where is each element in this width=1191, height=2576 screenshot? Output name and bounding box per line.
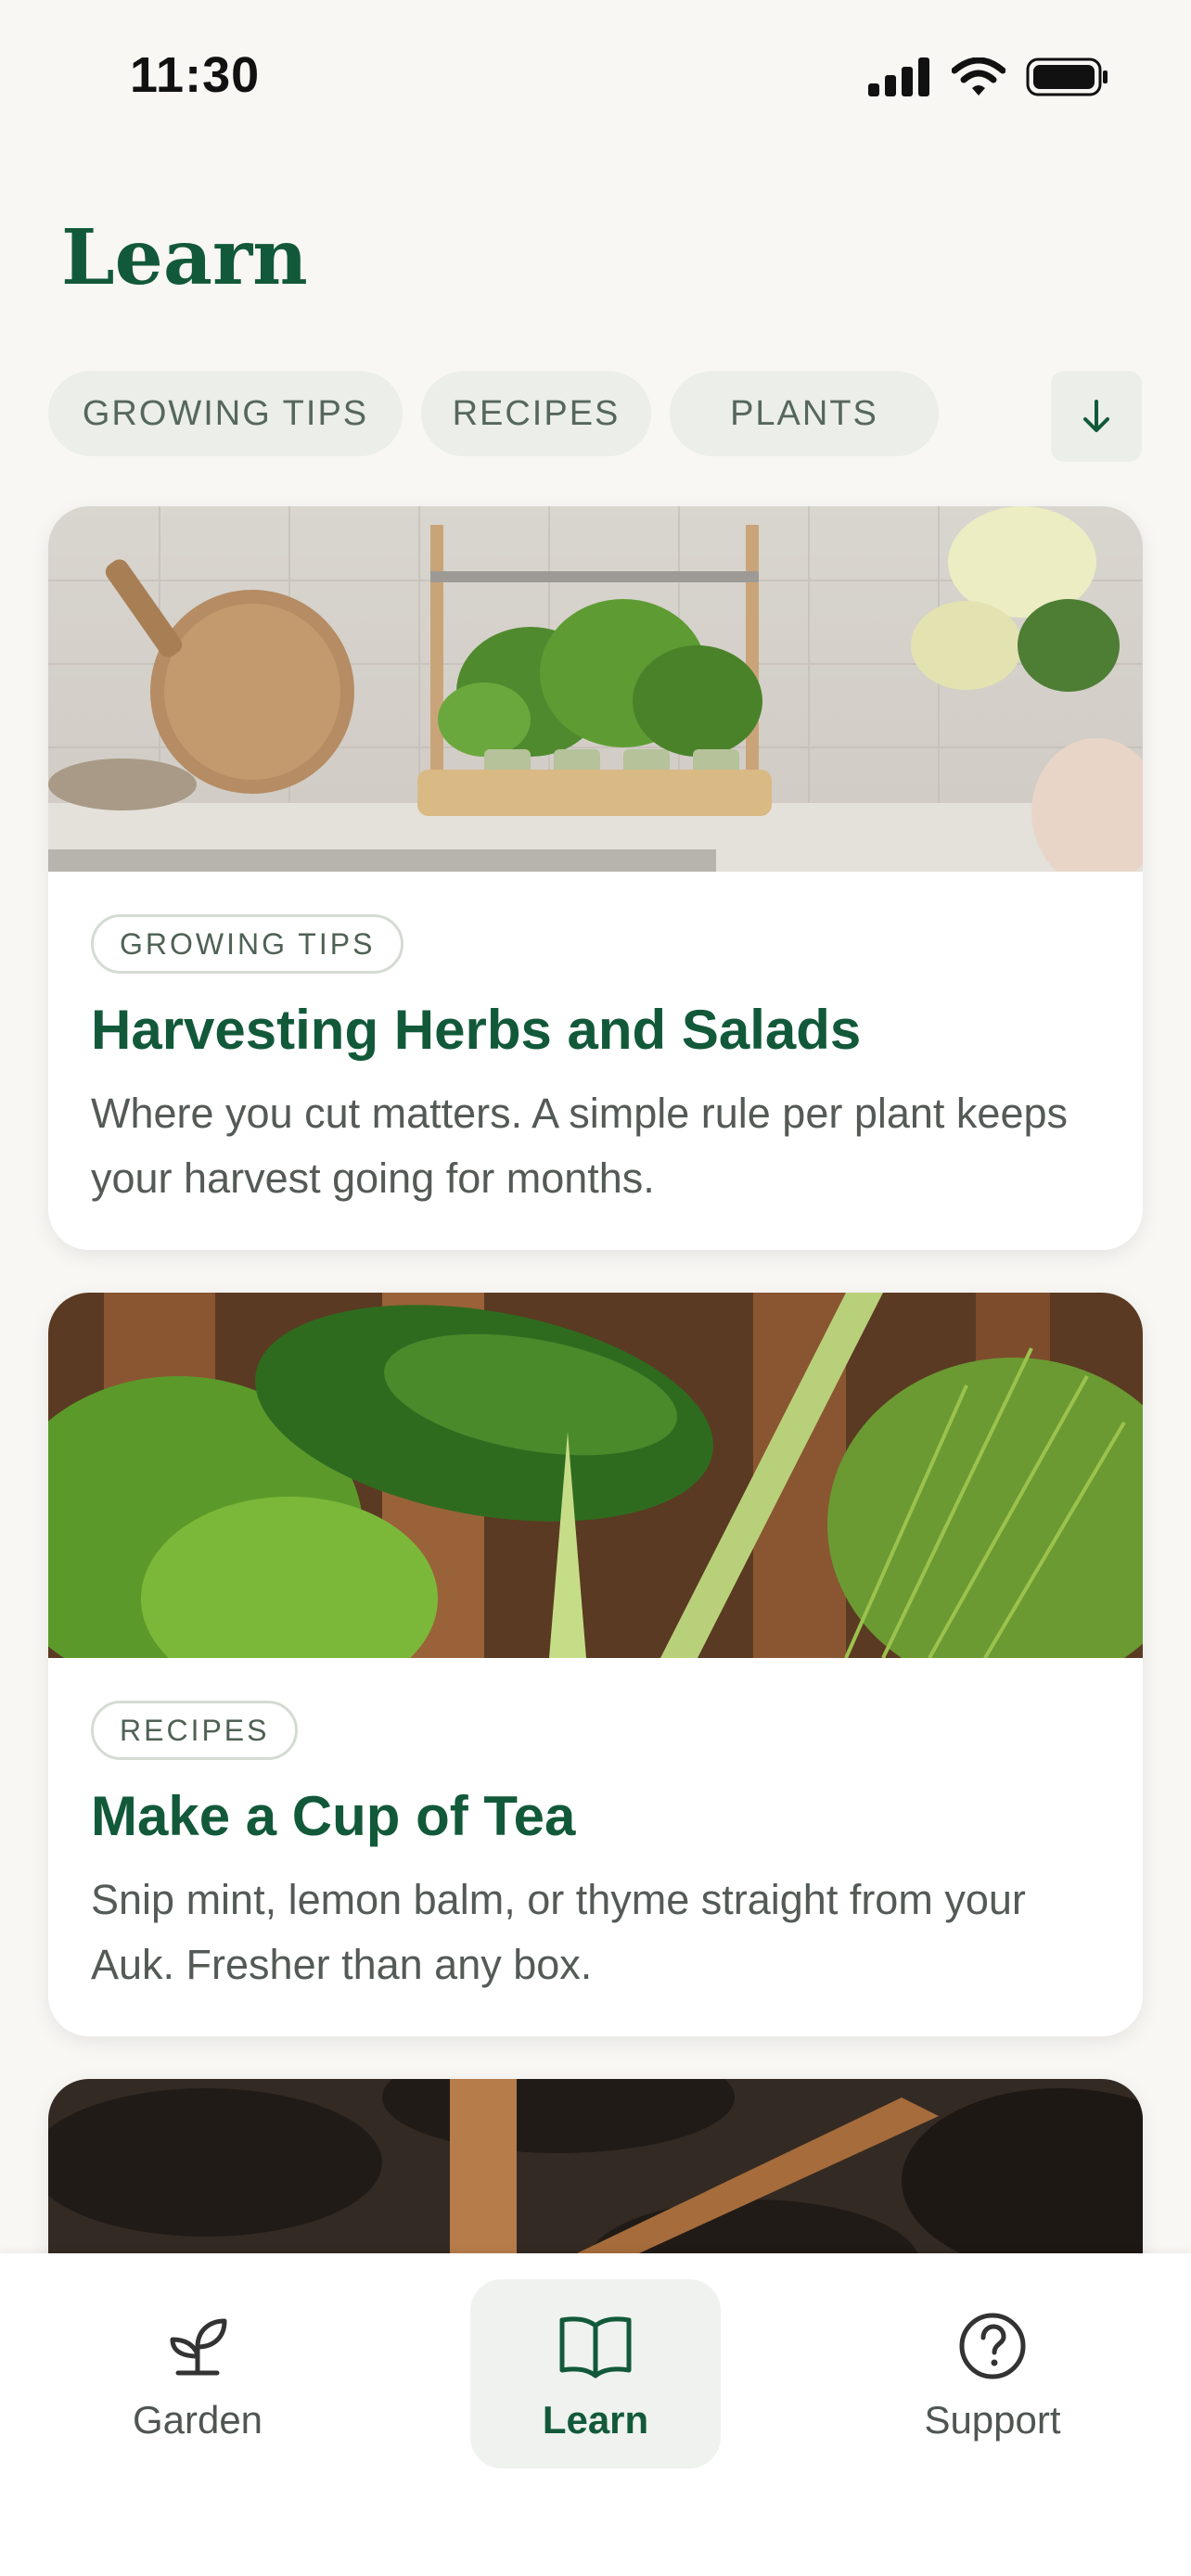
article-description: Where you cut matters. A simple rule per…: [91, 1090, 1068, 1202]
arrow-down-icon: [1083, 400, 1109, 432]
filter-expand-button[interactable]: [1051, 371, 1142, 462]
tab-learn[interactable]: Learn: [470, 2279, 721, 2468]
filter-chip-plants[interactable]: PLANTS: [670, 371, 939, 456]
help-circle-icon: [959, 2313, 1026, 2379]
article-title: Harvesting Herbs and Salads: [91, 999, 862, 1061]
tab-garden[interactable]: Garden: [72, 2279, 323, 2468]
tab-bar: Garden Learn Support: [0, 2253, 1191, 2576]
cellular-signal-icon: [868, 57, 929, 96]
article-description: Snip mint, lemon balm, or thyme straight…: [91, 1876, 1026, 1988]
help-icon-wrap: [955, 2309, 1030, 2383]
wifi-icon: [952, 57, 1005, 96]
filter-chip-recipes[interactable]: RECIPES: [421, 371, 651, 456]
article-card[interactable]: RECIPES Make a Cup of Tea Snip mint, lem…: [48, 1293, 1143, 2036]
status-icons: [868, 57, 1109, 96]
tab-support[interactable]: Support: [867, 2279, 1118, 2468]
status-bar: 11:30: [0, 0, 1191, 158]
tab-label: Learn: [542, 2398, 649, 2442]
article-title: Make a Cup of Tea: [91, 1785, 576, 1847]
tab-label: Support: [924, 2398, 1061, 2442]
article-tag: GROWING TIPS: [91, 914, 404, 974]
sprout-icon: [170, 2318, 227, 2376]
article-tag: RECIPES: [91, 1701, 299, 1760]
leafy-greens-photo: [48, 1293, 1143, 1658]
page-title: Learn: [61, 213, 308, 302]
book-icon-wrap: [558, 2309, 633, 2383]
status-time: 11:30: [130, 47, 261, 103]
filter-bar: GROWING TIPS RECIPES PLANTS: [48, 371, 1143, 462]
filter-chip-growing-tips[interactable]: GROWING TIPS: [48, 371, 403, 456]
battery-icon: [1026, 57, 1108, 96]
book-icon: [559, 2316, 632, 2378]
article-card[interactable]: GROWING TIPS Harvesting Herbs and Salads…: [48, 506, 1143, 1250]
tab-label: Garden: [132, 2398, 263, 2442]
sprout-icon-wrap: [160, 2309, 235, 2383]
herb-garden-photo: [48, 506, 1143, 872]
